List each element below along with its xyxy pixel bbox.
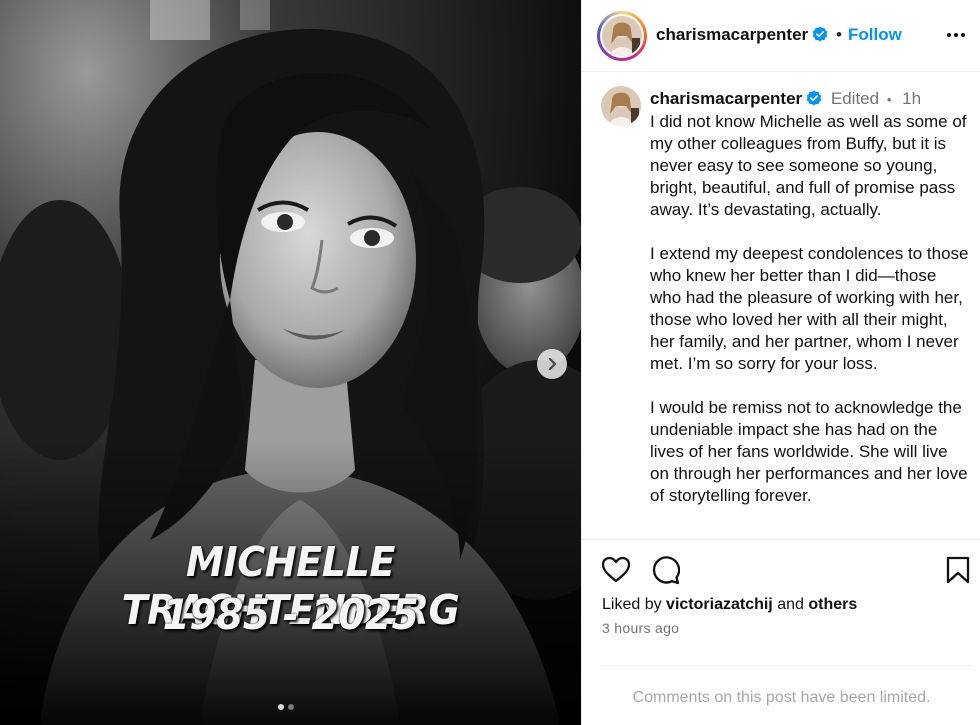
liked-by-user[interactable]: victoriazatchij	[666, 596, 773, 613]
carousel-indicator	[278, 704, 294, 710]
edited-label: Edited	[830, 89, 880, 108]
comment-bubble-icon[interactable]	[650, 555, 680, 585]
comment-avatar[interactable]	[601, 86, 641, 126]
verified-badge-icon	[806, 90, 822, 106]
liked-by-others[interactable]: others	[808, 596, 857, 613]
post-timestamp[interactable]: 3 hours ago	[602, 620, 679, 636]
more-options-icon[interactable]	[945, 24, 967, 46]
save-bookmark-icon[interactable]	[943, 555, 973, 585]
carousel-next-button[interactable]	[537, 349, 567, 379]
post-sidebar: charismacarpenter • Follow charismacarpe…	[581, 0, 980, 725]
tribute-years: 1985 - 2025	[162, 590, 419, 639]
caption-comment: charismacarpenter Edited • 1h I did not …	[582, 73, 980, 539]
verified-badge-icon	[812, 26, 828, 42]
comment-age[interactable]: 1h	[902, 89, 921, 108]
chevron-right-icon	[548, 357, 557, 371]
liked-by-and: and	[777, 596, 804, 613]
post-header: charismacarpenter • Follow	[582, 0, 980, 72]
header-separator: •	[836, 25, 842, 44]
header-username[interactable]: charismacarpenter	[656, 25, 828, 45]
follow-button[interactable]: Follow	[848, 25, 902, 45]
header-username-text[interactable]: charismacarpenter	[656, 25, 808, 44]
story-ring[interactable]	[597, 11, 647, 61]
comment-separator: •	[886, 92, 892, 107]
comment-header: charismacarpenter Edited • 1h	[650, 89, 921, 109]
comments-limited-notice: Comments on this post have been limited.	[632, 689, 931, 706]
comment-username[interactable]: charismacarpenter	[650, 89, 802, 108]
like-heart-icon[interactable]	[601, 555, 631, 585]
likes-summary: Liked by victoriazatchij and others	[602, 596, 857, 614]
divider	[602, 665, 972, 666]
caption-text: I did not know Michelle as well as some …	[650, 112, 969, 505]
post-media[interactable]: MICHELLE TRACHTENBERG 1985 - 2025	[0, 0, 581, 725]
carousel-dot-active	[278, 704, 284, 710]
avatar	[602, 16, 642, 56]
carousel-dot	[288, 704, 294, 710]
liked-by-prefix: Liked by	[602, 596, 662, 613]
